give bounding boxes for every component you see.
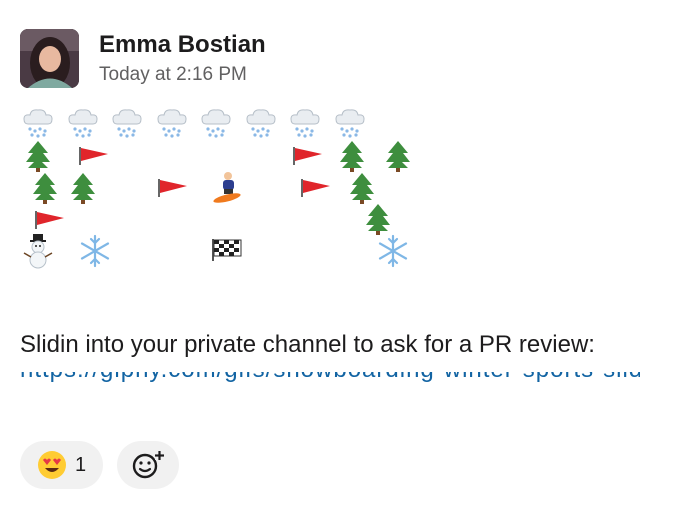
snow-cloud-icon bbox=[335, 109, 365, 138]
evergreen-tree-icon bbox=[340, 141, 364, 172]
snow-cloud-icon bbox=[23, 109, 53, 138]
red-flag-icon bbox=[301, 179, 330, 197]
evergreen-tree-icon bbox=[386, 141, 410, 172]
evergreen-tree-icon bbox=[366, 204, 390, 235]
snow-cloud-icon bbox=[246, 109, 276, 138]
red-flag-icon bbox=[293, 147, 322, 165]
message-text: Slidin into your private channel to ask … bbox=[20, 331, 595, 358]
reaction-pill[interactable]: 1 bbox=[20, 441, 103, 489]
evergreen-tree-icon bbox=[26, 141, 50, 172]
snow-cloud-icon bbox=[157, 109, 187, 138]
snowboarder-icon bbox=[213, 172, 241, 203]
message-link[interactable]: https://giphy.com/gifs/snowboarding-wint… bbox=[20, 372, 640, 412]
reaction-count: 1 bbox=[74, 453, 87, 476]
snowflake-icon bbox=[378, 234, 408, 268]
evergreen-tree-icon bbox=[350, 173, 374, 204]
snow-cloud-icon bbox=[68, 109, 98, 138]
message-timestamp[interactable]: Today at 2:16 PM bbox=[99, 64, 247, 86]
red-flag-icon bbox=[35, 211, 64, 229]
add-reaction-icon bbox=[132, 451, 164, 479]
heart-eyes-emoji-icon bbox=[37, 451, 66, 479]
evergreen-tree-icon bbox=[71, 173, 95, 204]
snow-cloud-icon bbox=[290, 109, 320, 138]
add-reaction-button[interactable] bbox=[117, 441, 179, 489]
red-flag-icon bbox=[158, 179, 187, 197]
snowman-icon bbox=[23, 234, 53, 269]
author-name[interactable]: Emma Bostian bbox=[99, 31, 266, 59]
avatar[interactable] bbox=[20, 29, 79, 88]
snowflake-icon bbox=[80, 234, 110, 268]
evergreen-tree-icon bbox=[33, 173, 57, 204]
snow-cloud-icon bbox=[112, 109, 142, 138]
snow-cloud-icon bbox=[201, 109, 231, 138]
red-flag-icon bbox=[79, 147, 108, 165]
checkered-flag-icon bbox=[212, 239, 242, 261]
